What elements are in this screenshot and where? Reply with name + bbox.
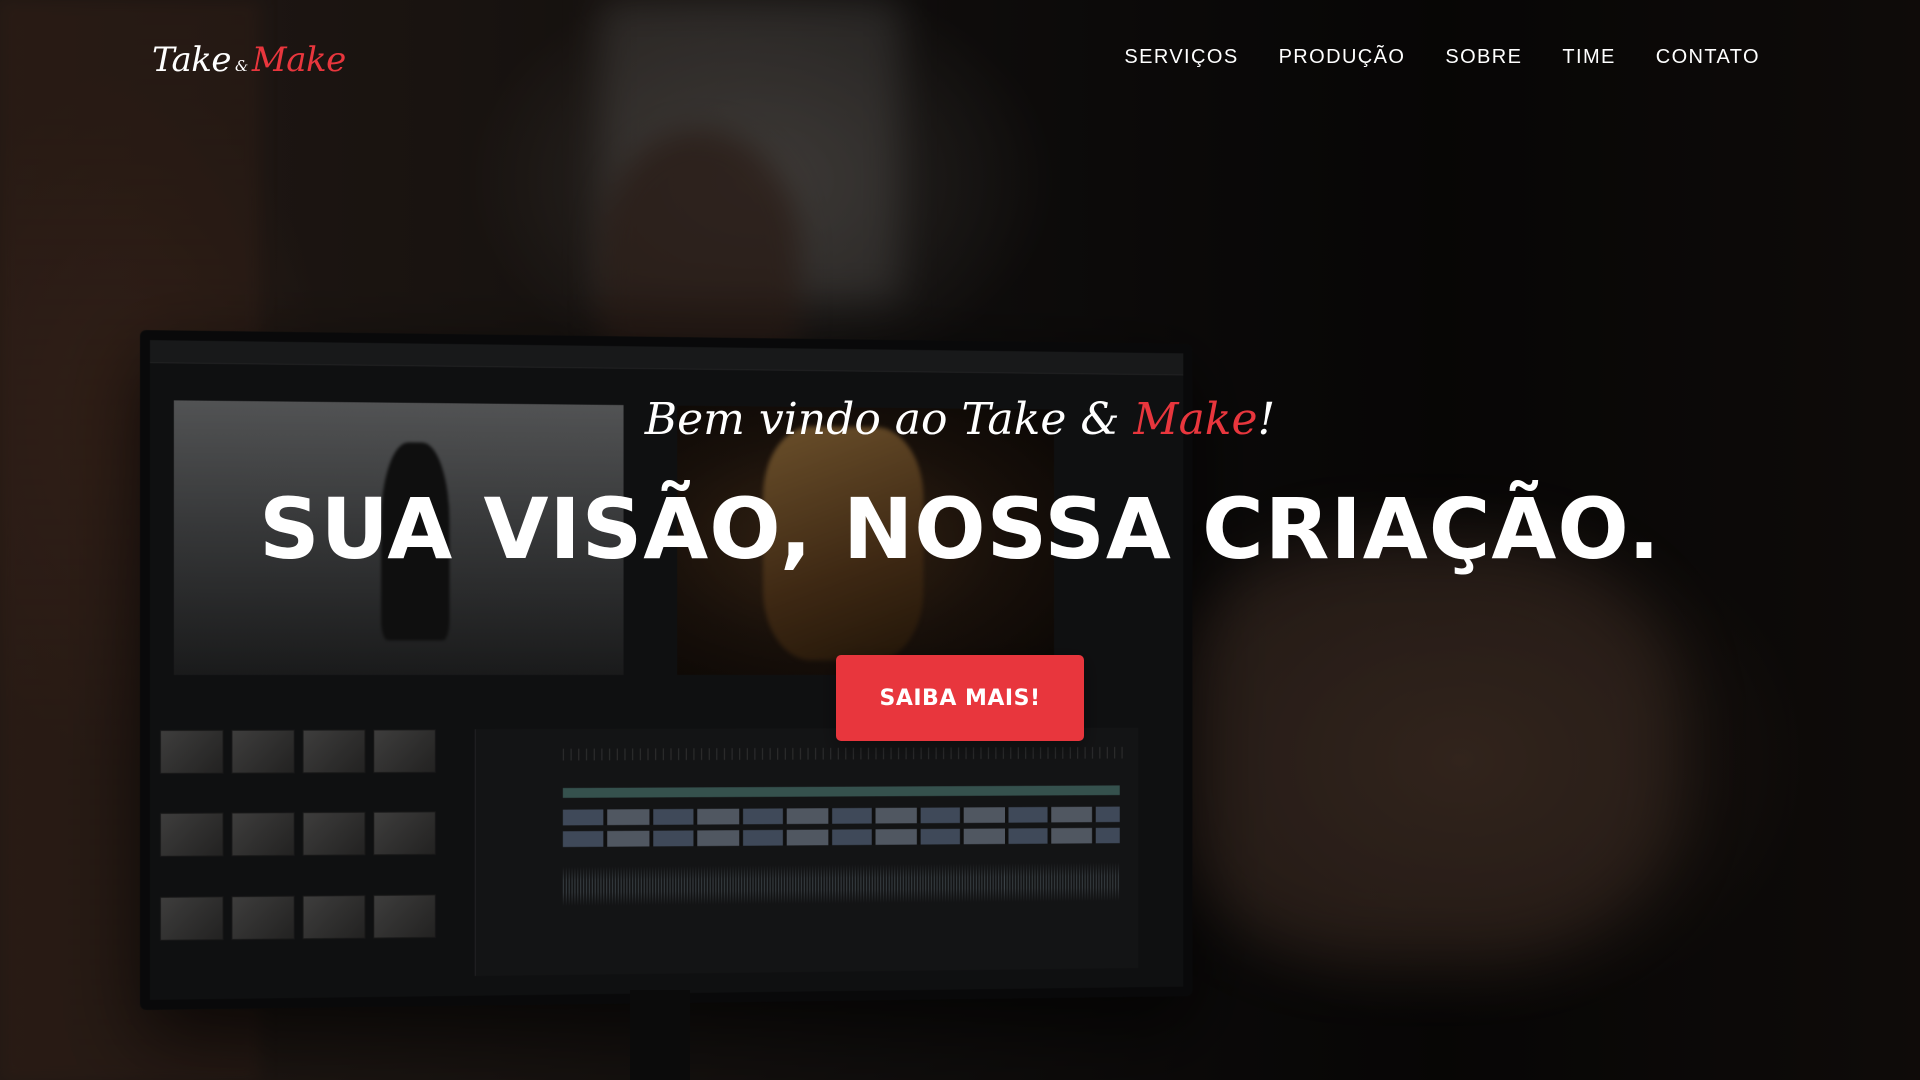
logo-ampersand: & [235, 57, 248, 75]
main-navigation: SERVIÇOS PRODUÇÃO SOBRE TIME CONTATO [1124, 46, 1760, 69]
logo-word-make: Make [251, 40, 346, 80]
hero-section: Take & Make SERVIÇOS PRODUÇÃO SOBRE TIME C… [0, 0, 1920, 1080]
hero-headline: SUA VISÃO, NOSSA CRIAÇÃO. [259, 480, 1661, 578]
brand-logo[interactable]: Take & Make [152, 40, 346, 80]
nav-link-time[interactable]: TIME [1562, 46, 1615, 69]
welcome-prefix: Bem vindo ao Take & [644, 394, 1134, 445]
welcome-accent-word: Make [1133, 394, 1258, 445]
nav-link-sobre[interactable]: SOBRE [1445, 46, 1522, 69]
logo-word-take: Take [152, 40, 232, 80]
welcome-tagline: Bem vindo ao Take & Make! [0, 394, 1920, 445]
saiba-mais-button[interactable]: SAIBA MAIS! [836, 655, 1084, 741]
nav-link-producao[interactable]: PRODUÇÃO [1279, 46, 1406, 69]
nav-link-servicos[interactable]: SERVIÇOS [1124, 46, 1238, 69]
welcome-suffix: ! [1257, 394, 1276, 445]
nav-link-contato[interactable]: CONTATO [1656, 46, 1760, 69]
